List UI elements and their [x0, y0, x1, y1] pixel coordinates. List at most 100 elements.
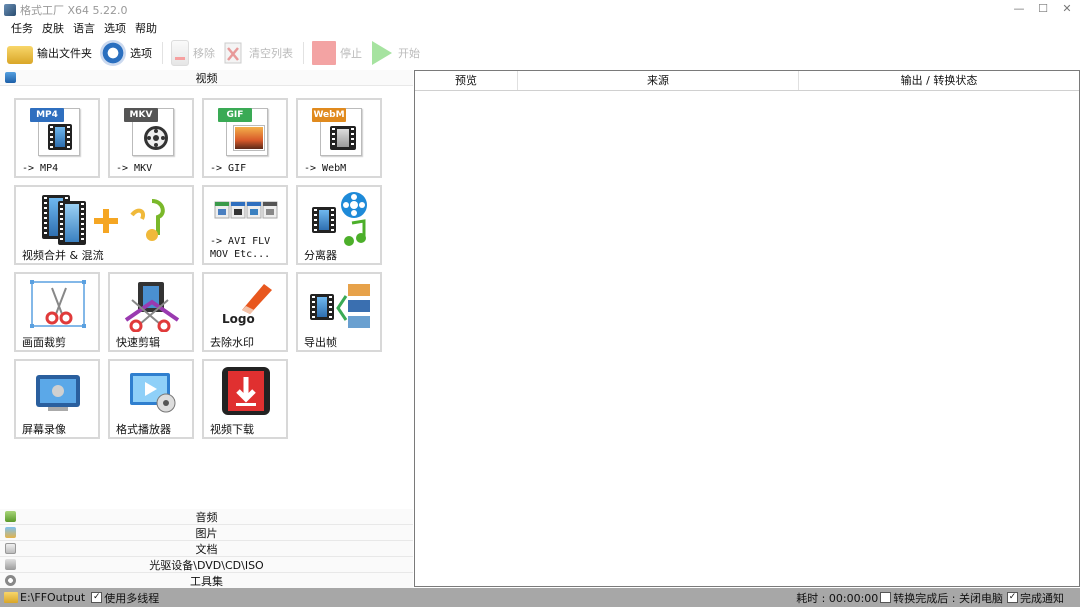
document-icon [5, 543, 16, 554]
disc-drive-icon [5, 559, 16, 570]
tile-to-avi-flv-mov[interactable]: -> AVI FLV MOV Etc... [202, 185, 288, 265]
tile-label: 视频下载 [210, 423, 254, 436]
tile-crop[interactable]: 画面裁剪 [14, 272, 100, 352]
output-folder-button[interactable]: 输出文件夹 [7, 39, 92, 67]
tile-player[interactable]: 格式播放器 [108, 359, 194, 439]
tile-remove-watermark[interactable]: Logo 去除水印 [202, 272, 288, 352]
folder-icon [7, 46, 33, 64]
multithread-label: 使用多线程 [104, 591, 160, 605]
tile-label: 导出帧 [304, 336, 337, 349]
section-document-header[interactable]: 文档 [0, 541, 413, 557]
player-icon [130, 373, 176, 413]
start-label: 开始 [398, 47, 420, 60]
remove-label: 移除 [193, 47, 215, 60]
tile-label: -> AVI FLV MOV Etc... [210, 236, 271, 260]
menu-task[interactable]: 任务 [8, 20, 39, 37]
tile-screen-record[interactable]: 屏幕录像 [14, 359, 100, 439]
section-video-header[interactable]: 视频 [0, 70, 413, 86]
elapsed-time: 耗时 : 00:00:00 [796, 591, 879, 605]
film-icon [310, 294, 334, 320]
remove-button[interactable]: 移除 [171, 39, 215, 67]
format-icons [214, 201, 278, 219]
tile-label: 快速剪辑 [116, 336, 160, 349]
frames-icon [336, 284, 370, 328]
task-list[interactable]: 预览 来源 输出 / 转换状态 [414, 70, 1080, 587]
film-icon [312, 207, 336, 233]
tile-to-gif[interactable]: GIF -> GIF [202, 98, 288, 178]
folder-icon [4, 592, 18, 603]
tile-label: -> WebM [304, 163, 347, 174]
toolbar: 输出文件夹 选项 移除 清空列表 停止 开始 [0, 38, 1080, 68]
audio-icon [5, 511, 16, 522]
tile-label: 屏幕录像 [22, 423, 66, 436]
section-disc-header[interactable]: 光驱设备\DVD\CD\ISO [0, 557, 413, 573]
category-panel: 视频 MP4 -> MP4 MKV -> MKV GIF -> GIF WebM… [0, 70, 413, 589]
menu-skin[interactable]: 皮肤 [39, 20, 70, 37]
stop-label: 停止 [340, 47, 362, 60]
column-output-status[interactable]: 输出 / 转换状态 [799, 71, 1079, 90]
toolbar-separator [162, 42, 163, 64]
tile-label: 去除水印 [210, 336, 254, 349]
close-button[interactable]: ✕ [1060, 2, 1074, 15]
download-icon [222, 367, 270, 415]
options-label: 选项 [130, 47, 152, 60]
multithread-checkbox[interactable]: ✓ [91, 592, 103, 603]
menu-language[interactable]: 语言 [70, 20, 101, 37]
notify-checkbox[interactable]: ✓ [1007, 592, 1018, 603]
image-icon [234, 126, 264, 150]
tile-export-frames[interactable]: 导出帧 [296, 272, 382, 352]
clear-list-icon [223, 40, 245, 66]
after-complete-label[interactable]: 转换完成后 : 关闭电脑 [893, 590, 1003, 606]
menu-help[interactable]: 帮助 [132, 20, 163, 37]
tile-splitter[interactable]: 分离器 [296, 185, 382, 265]
section-image-label: 图片 [195, 526, 218, 540]
tools-icon [5, 575, 16, 586]
window-title: 格式工厂 X64 5.22.0 [20, 4, 128, 17]
reel-icon [144, 126, 168, 150]
output-path[interactable]: E:\FFOutput [20, 591, 85, 604]
film-icon [58, 201, 86, 245]
menu-options[interactable]: 选项 [101, 20, 132, 37]
clear-list-label: 清空列表 [249, 47, 293, 60]
stop-button[interactable]: 停止 [312, 39, 362, 67]
tile-video-download[interactable]: 视频下载 [202, 359, 288, 439]
toolbar-separator [303, 42, 304, 64]
section-video-label: 视频 [195, 71, 218, 85]
title-bar: 格式工厂 X64 5.22.0 — ☐ ✕ [0, 0, 1080, 20]
maximize-button[interactable]: ☐ [1036, 2, 1050, 15]
options-button[interactable]: 选项 [100, 39, 152, 67]
clear-list-button[interactable]: 清空列表 [223, 39, 293, 67]
start-button[interactable]: 开始 [370, 39, 420, 67]
tile-label: -> MKV [116, 163, 153, 174]
notify-label: 完成通知 [1020, 591, 1064, 605]
tile-label: 视频合并 & 混流 [22, 249, 104, 262]
section-audio-label: 音频 [195, 510, 218, 524]
window-controls: — ☐ ✕ [1012, 2, 1074, 15]
tile-label: -> GIF [210, 163, 247, 174]
minimize-button[interactable]: — [1012, 2, 1026, 15]
tile-quick-cut[interactable]: 快速剪辑 [108, 272, 194, 352]
column-preview[interactable]: 预览 [415, 71, 518, 90]
section-audio-header[interactable]: 音频 [0, 509, 413, 525]
tile-label: 分离器 [304, 249, 337, 262]
tile-to-mp4[interactable]: MP4 -> MP4 [14, 98, 100, 178]
quick-cut-icon [124, 282, 180, 332]
column-source[interactable]: 来源 [518, 71, 799, 90]
status-right: 耗时 : 00:00:00 转换完成后 : 关闭电脑 ✓ 完成通知 [796, 588, 1064, 607]
film-icon [330, 126, 356, 150]
screen-record-icon [36, 375, 80, 411]
section-image-header[interactable]: 图片 [0, 525, 413, 541]
mp4-badge: MP4 [30, 108, 64, 122]
stop-icon [312, 41, 336, 65]
crop-icon [30, 280, 86, 328]
after-complete-checkbox[interactable] [880, 592, 892, 603]
tile-to-webm[interactable]: WebM -> WebM [296, 98, 382, 178]
section-tools-header[interactable]: 工具集 [0, 573, 413, 589]
mkv-badge: MKV [124, 108, 158, 122]
tile-merge-mux[interactable]: 视频合并 & 混流 [14, 185, 194, 265]
tile-label: 格式播放器 [116, 423, 171, 436]
tile-to-mkv[interactable]: MKV -> MKV [108, 98, 194, 178]
section-disc-label: 光驱设备\DVD\CD\ISO [149, 558, 264, 572]
film-icon [48, 124, 72, 150]
plus-icon [94, 209, 118, 233]
